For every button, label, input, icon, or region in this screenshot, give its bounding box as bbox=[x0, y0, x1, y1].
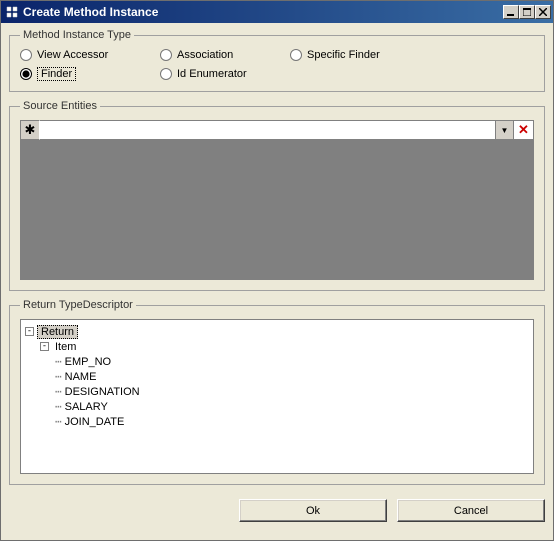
tree-branch-icon: ⋯ bbox=[55, 370, 62, 383]
ok-button[interactable]: Ok bbox=[239, 499, 387, 522]
tree-branch-icon: ⋯ bbox=[55, 385, 62, 398]
tree-expander-icon[interactable]: - bbox=[40, 342, 49, 351]
radio-id-enumerator-input[interactable] bbox=[160, 68, 172, 80]
radio-specific-finder-input[interactable] bbox=[290, 49, 302, 61]
tree-node-field[interactable]: NAME bbox=[62, 371, 100, 383]
source-entities-group: Source Entities ✱ ▼ ✕ bbox=[9, 100, 545, 291]
cancel-button[interactable]: Cancel bbox=[397, 499, 545, 522]
tree-node-field[interactable]: JOIN_DATE bbox=[62, 416, 128, 428]
dialog-buttons: Ok Cancel bbox=[9, 493, 545, 522]
radio-view-accessor[interactable]: View Accessor bbox=[20, 49, 160, 61]
radio-id-enumerator-label: Id Enumerator bbox=[177, 68, 247, 80]
source-entity-dropdown[interactable]: ▼ bbox=[495, 121, 513, 139]
delete-row-button[interactable]: ✕ bbox=[514, 120, 534, 140]
tree-node-field[interactable]: DESIGNATION bbox=[62, 386, 143, 398]
window-title: Create Method Instance bbox=[23, 5, 503, 19]
radio-view-accessor-label: View Accessor bbox=[37, 49, 108, 61]
return-type-descriptor-legend: Return TypeDescriptor bbox=[20, 299, 136, 311]
tree-node-return[interactable]: Return bbox=[37, 325, 78, 339]
tree-node-item[interactable]: Item bbox=[52, 341, 79, 353]
method-instance-type-legend: Method Instance Type bbox=[20, 29, 134, 41]
radio-association[interactable]: Association bbox=[160, 49, 290, 61]
tree-node-field[interactable]: SALARY bbox=[62, 401, 111, 413]
radio-association-input[interactable] bbox=[160, 49, 172, 61]
source-entity-input[interactable] bbox=[40, 121, 495, 139]
return-type-descriptor-group: Return TypeDescriptor - Return - Item ⋯ … bbox=[9, 299, 545, 485]
new-row-marker: ✱ bbox=[20, 120, 40, 140]
minimize-button[interactable] bbox=[503, 5, 519, 19]
title-bar: Create Method Instance bbox=[1, 1, 553, 23]
tree-node-field[interactable]: EMP_NO bbox=[62, 356, 114, 368]
radio-finder-input[interactable] bbox=[20, 68, 32, 80]
close-button[interactable] bbox=[535, 5, 551, 19]
radio-id-enumerator[interactable]: Id Enumerator bbox=[160, 67, 290, 81]
tree-branch-icon: ⋯ bbox=[55, 415, 62, 428]
tree-branch-icon: ⋯ bbox=[55, 400, 62, 413]
method-instance-type-group: Method Instance Type View Accessor Assoc… bbox=[9, 29, 545, 92]
radio-view-accessor-input[interactable] bbox=[20, 49, 32, 61]
return-type-tree[interactable]: - Return - Item ⋯ EMP_NO ⋯ NAME ⋯ DE bbox=[20, 319, 534, 474]
radio-finder[interactable]: Finder bbox=[20, 67, 160, 81]
tree-expander-icon[interactable]: - bbox=[25, 327, 34, 336]
radio-specific-finder-label: Specific Finder bbox=[307, 49, 380, 61]
source-entities-grid[interactable] bbox=[20, 140, 534, 280]
app-icon bbox=[5, 5, 19, 19]
radio-association-label: Association bbox=[177, 49, 233, 61]
radio-specific-finder[interactable]: Specific Finder bbox=[290, 49, 430, 61]
tree-branch-icon: ⋯ bbox=[55, 355, 62, 368]
radio-finder-label: Finder bbox=[37, 67, 76, 81]
source-entities-legend: Source Entities bbox=[20, 100, 100, 112]
maximize-button[interactable] bbox=[519, 5, 535, 19]
